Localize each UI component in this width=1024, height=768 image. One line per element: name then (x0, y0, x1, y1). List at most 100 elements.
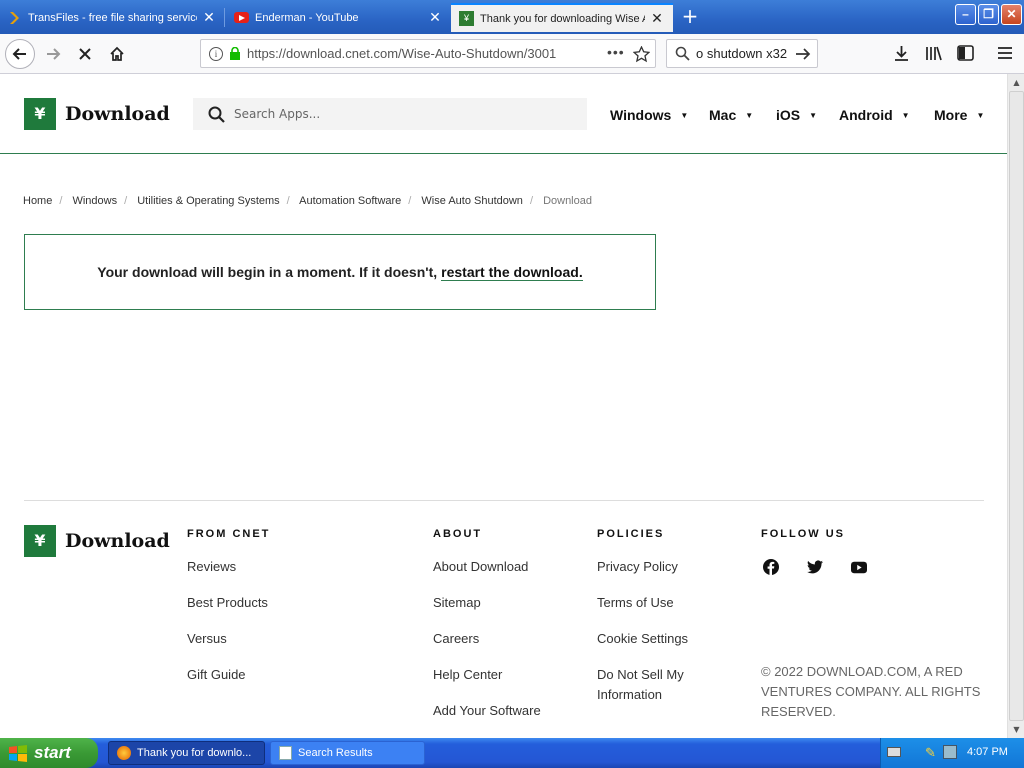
new-tab-button[interactable]: + (678, 5, 702, 29)
hamburger-menu-icon[interactable] (997, 46, 1013, 60)
tab-transfiles[interactable]: TransFiles - free file sharing service ✕ (0, 3, 225, 32)
vertical-scrollbar[interactable]: ▲ ▼ (1007, 74, 1024, 738)
plex-icon (10, 11, 19, 24)
youtube-icon[interactable] (851, 559, 867, 575)
facebook-icon[interactable] (763, 559, 779, 575)
back-button[interactable] (5, 39, 35, 69)
page-actions-icon[interactable]: ••• (607, 44, 625, 60)
sidebar-icon[interactable] (957, 45, 974, 61)
forward-button[interactable] (38, 39, 68, 69)
chevron-down-icon: ▼ (976, 111, 985, 120)
close-tab-icon[interactable]: ✕ (201, 9, 217, 26)
info-icon[interactable]: i (209, 46, 223, 61)
stop-loading-button[interactable] (70, 39, 100, 69)
copyright-text: © 2022 DOWNLOAD.COM, A RED VENTURES COMP… (761, 664, 981, 719)
header-divider (0, 153, 1007, 154)
nav-label: Mac (709, 107, 737, 123)
bookmark-star-icon[interactable] (633, 46, 650, 63)
window-close-button[interactable]: ✕ (1001, 4, 1022, 25)
home-icon (110, 46, 124, 61)
tray-tools-icon[interactable]: ✎ (925, 745, 936, 761)
nav-android[interactable]: Android ▼ (839, 107, 910, 123)
site-logo-text[interactable]: Download (65, 103, 170, 125)
footer-link-about-download[interactable]: About Download (433, 557, 528, 577)
tab-youtube[interactable]: Enderman - YouTube ✕ (226, 3, 451, 32)
address-bar[interactable]: i https://download.cnet.com/Wise-Auto-Sh… (200, 39, 656, 68)
go-arrow-icon[interactable] (795, 47, 811, 61)
breadcrumb-windows[interactable]: Windows (72, 195, 117, 207)
download-message-text: Your download will begin in a moment. If… (97, 264, 438, 280)
navigation-toolbar: i https://download.cnet.com/Wise-Auto-Sh… (0, 34, 1024, 74)
home-button[interactable] (102, 39, 132, 69)
footer-link-terms[interactable]: Terms of Use (597, 593, 674, 613)
search-text: o shutdown x32 (696, 46, 788, 61)
stop-icon (79, 48, 91, 60)
maximize-button[interactable]: ❐ (978, 4, 999, 25)
breadcrumb-utilities[interactable]: Utilities & Operating Systems (137, 195, 279, 207)
footer-link-cookie-settings[interactable]: Cookie Settings (597, 629, 688, 649)
download-logo-icon[interactable]: ¥ (24, 98, 56, 130)
search-icon (208, 106, 225, 123)
footer-link-sitemap[interactable]: Sitemap (433, 593, 481, 613)
nav-more[interactable]: More ▼ (934, 107, 984, 123)
nav-label: More (934, 107, 968, 123)
taskbar-item-firefox[interactable]: Thank you for downlo... (108, 741, 265, 765)
clock: 4:07 PM (967, 746, 1008, 758)
site-search-input[interactable]: Search Apps... (193, 98, 587, 130)
url-text: https://download.cnet.com/Wise-Auto-Shut… (247, 46, 557, 61)
search-results-icon (279, 746, 292, 760)
nav-windows[interactable]: Windows ▼ (610, 107, 688, 123)
network-icon[interactable] (943, 745, 957, 759)
footer-link-help-center[interactable]: Help Center (433, 665, 502, 685)
nav-label: Windows (610, 107, 672, 123)
nav-ios[interactable]: iOS ▼ (776, 107, 817, 123)
nav-mac[interactable]: Mac ▼ (709, 107, 753, 123)
footer-link-best-products[interactable]: Best Products (187, 593, 268, 613)
start-button[interactable]: start (0, 738, 98, 768)
breadcrumb-home[interactable]: Home (23, 195, 52, 207)
scroll-up-icon[interactable]: ▲ (1008, 74, 1024, 91)
breadcrumb-app[interactable]: Wise Auto Shutdown (421, 195, 523, 207)
twitter-icon[interactable] (807, 559, 823, 575)
browser-tab-strip: TransFiles - free file sharing service ✕… (0, 0, 1024, 34)
chevron-down-icon: ▼ (680, 111, 689, 120)
nav-label: Android (839, 107, 893, 123)
downloads-icon[interactable] (893, 45, 910, 62)
web-page: ¥ Download Search Apps... Windows ▼ Mac ▼ … (0, 74, 1007, 738)
windows-logo-icon (9, 745, 27, 762)
nav-label: iOS (776, 107, 801, 123)
site-search-placeholder: Search Apps... (234, 107, 321, 121)
minimize-button[interactable]: – (955, 4, 976, 25)
taskbar-item-search-results[interactable]: Search Results (270, 741, 425, 765)
tab-title: Thank you for downloading Wise Auto Shut… (480, 12, 645, 25)
library-icon[interactable] (925, 45, 943, 62)
scrollbar-thumb[interactable] (1009, 91, 1024, 721)
footer-logo-text[interactable]: Download (65, 530, 170, 552)
footer-link-add-software[interactable]: Add Your Software (433, 701, 541, 721)
footer-link-privacy[interactable]: Privacy Policy (597, 557, 678, 577)
footer-link-careers[interactable]: Careers (433, 629, 479, 649)
footer-link-gift-guide[interactable]: Gift Guide (187, 665, 246, 685)
back-arrow-icon (12, 48, 26, 60)
scroll-down-icon[interactable]: ▼ (1008, 721, 1024, 738)
keyboard-icon[interactable] (887, 747, 901, 757)
breadcrumb-automation[interactable]: Automation Software (299, 195, 401, 207)
restart-download-link[interactable]: restart the download. (441, 264, 583, 281)
taskbar-item-label: Search Results (298, 747, 373, 759)
browser-search-box[interactable]: o shutdown x32 (666, 39, 818, 68)
footer-heading-from-cnet: FROM CNET (187, 528, 271, 540)
tab-download-active[interactable]: ¥ Thank you for downloading Wise Auto Sh… (451, 3, 673, 32)
forward-arrow-icon (47, 48, 61, 60)
footer-link-versus[interactable]: Versus (187, 629, 227, 649)
close-tab-icon[interactable]: ✕ (649, 10, 665, 27)
breadcrumb-current: Download (543, 195, 592, 207)
taskbar-item-label: Thank you for downlo... (137, 747, 252, 759)
footer-link-do-not-sell[interactable]: Do Not Sell My Information (597, 665, 717, 705)
footer-link-reviews[interactable]: Reviews (187, 557, 236, 577)
tab-title: TransFiles - free file sharing service (28, 11, 197, 24)
search-icon (675, 46, 690, 61)
start-label: start (34, 743, 71, 762)
footer-logo-icon[interactable]: ¥ (24, 525, 56, 557)
close-tab-icon[interactable]: ✕ (427, 9, 443, 26)
system-tray: ✎ 4:07 PM (880, 738, 1024, 768)
